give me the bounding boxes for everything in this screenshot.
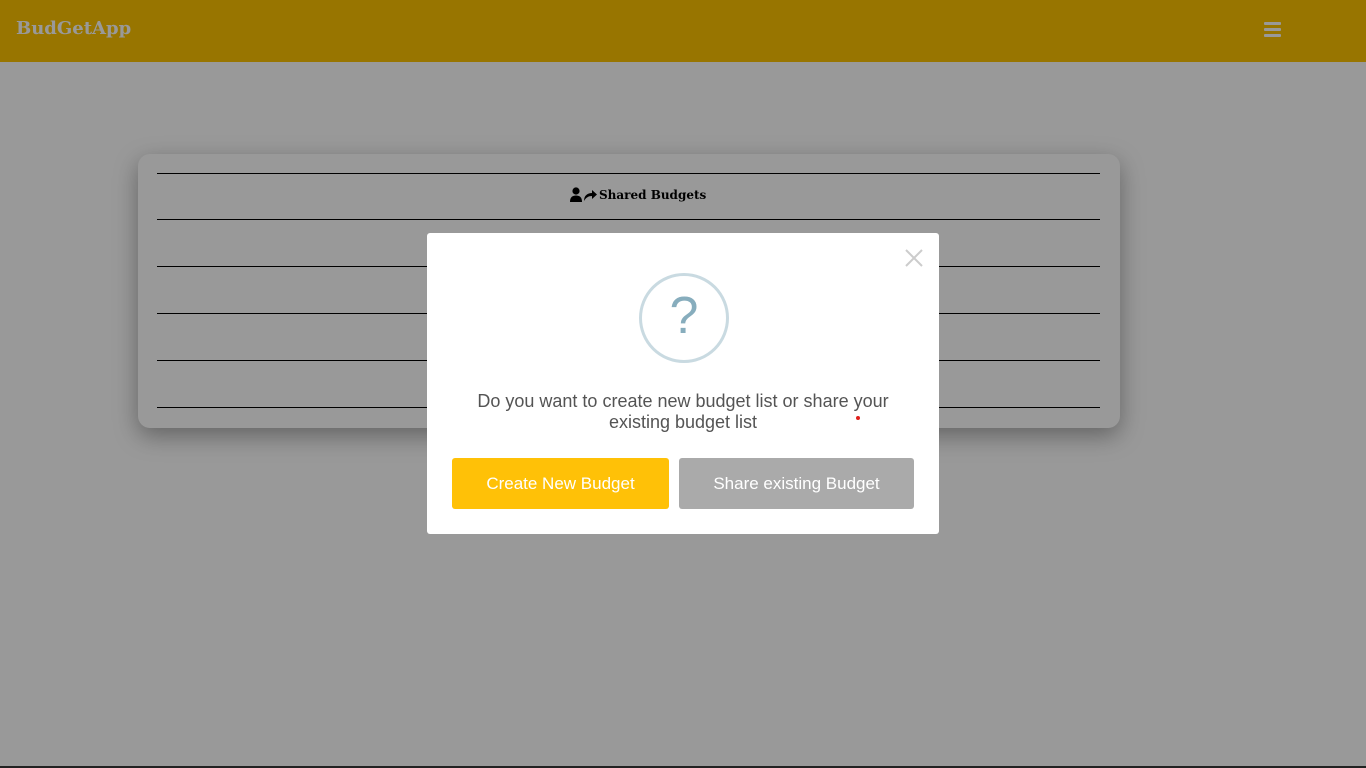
share-existing-budget-button[interactable]: Share existing Budget — [679, 458, 914, 509]
dialog-message: Do you want to create new budget list or… — [477, 391, 889, 432]
create-new-budget-button[interactable]: Create New Budget — [452, 458, 669, 509]
red-dot-marker — [856, 416, 860, 420]
question-mark-icon: ? — [639, 273, 729, 363]
close-icon[interactable] — [903, 247, 925, 269]
budget-choice-dialog: ? Do you want to create new budget list … — [427, 233, 939, 534]
question-glyph: ? — [669, 287, 699, 345]
